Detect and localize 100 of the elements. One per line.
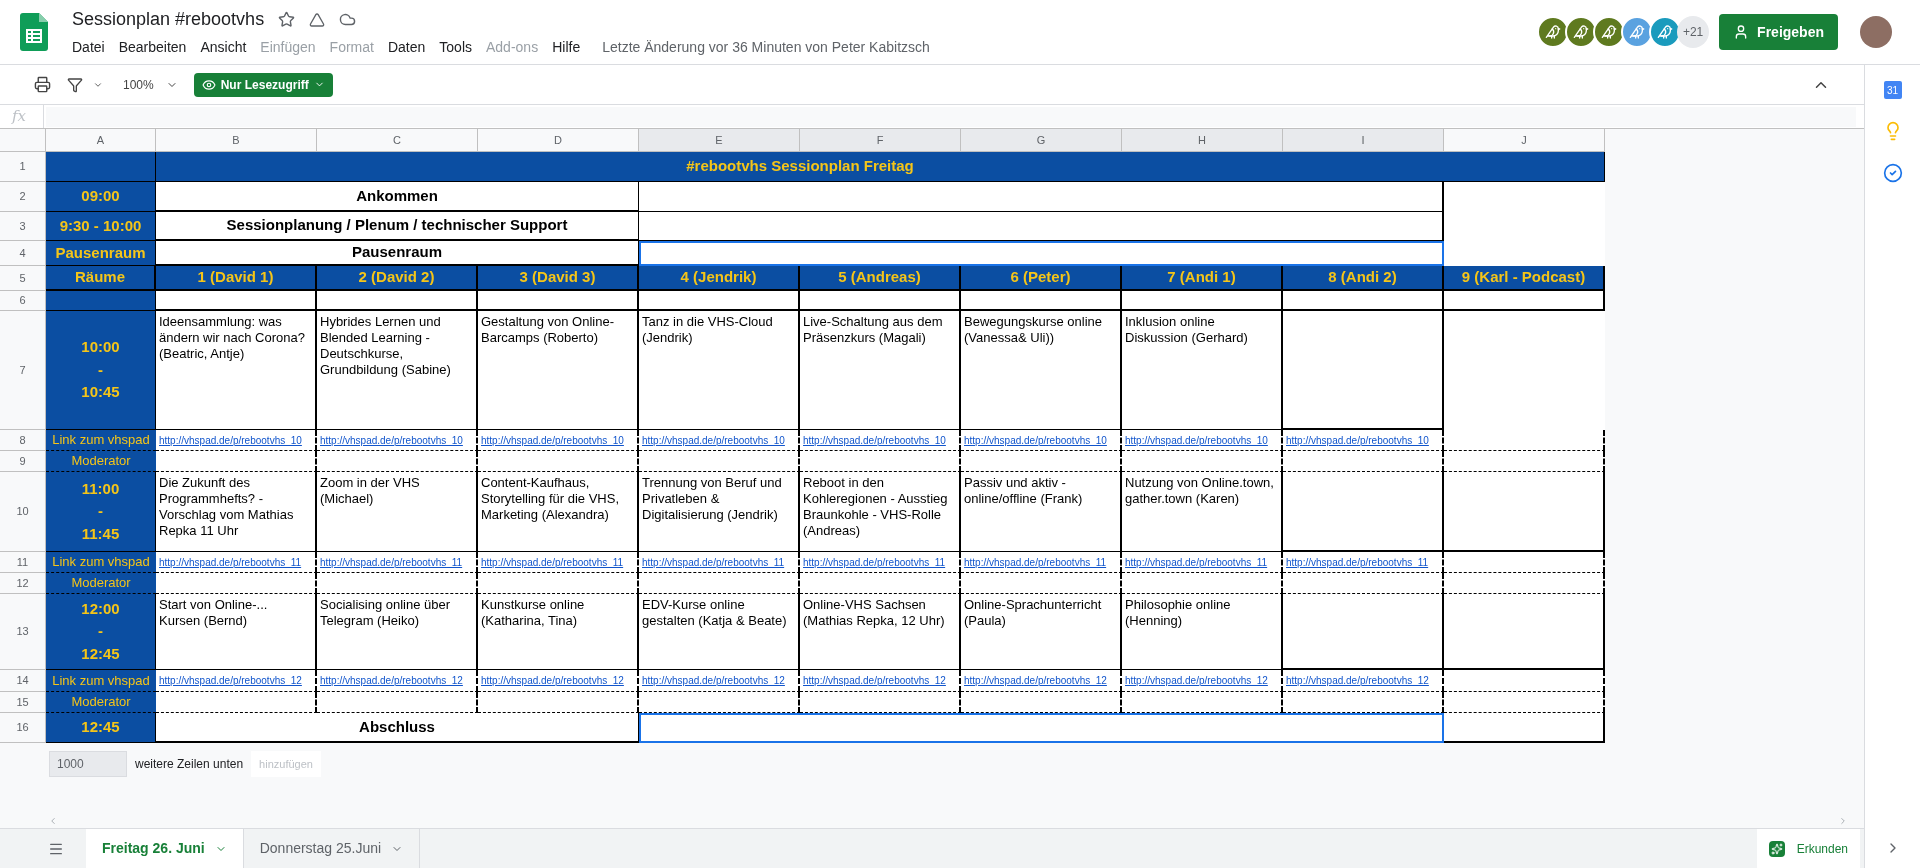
table-cell: 9 (Karl - Podcast)	[1444, 266, 1605, 291]
eye-icon	[201, 77, 216, 92]
row-header[interactable]: 15	[0, 692, 46, 713]
cloud-icon[interactable]	[339, 11, 357, 28]
column-header[interactable]: A	[46, 129, 156, 152]
table-cell: Tanz in die VHS-Cloud (Jendrik)	[639, 311, 800, 430]
row-header[interactable]: 8	[0, 430, 46, 451]
row-header[interactable]: 16	[0, 713, 46, 743]
row-header[interactable]: 11	[0, 552, 46, 573]
explore-button[interactable]: Erkunden	[1756, 829, 1860, 868]
share-button[interactable]: Freigeben	[1719, 14, 1838, 50]
calendar-icon[interactable]: 31	[1883, 81, 1902, 99]
spreadsheet-logo-icon[interactable]	[20, 13, 48, 51]
drive-icon[interactable]	[309, 11, 326, 28]
row-count-field[interactable]: 1000	[49, 751, 127, 777]
table-cell: 1 (David 1)	[156, 266, 317, 291]
star-icon[interactable]	[278, 11, 296, 28]
table-cell: 4 (Jendrik)	[639, 266, 800, 291]
table-cell: 11:00 - 11:45	[46, 472, 156, 552]
tasks-icon[interactable]	[1882, 163, 1903, 183]
column-header[interactable]: E	[639, 129, 800, 152]
table-cell: Räume	[46, 266, 156, 291]
menu-item[interactable]: Daten	[387, 37, 426, 58]
table-cell: Moderator	[46, 451, 156, 472]
row-header[interactable]: 7	[0, 311, 46, 430]
profile-avatar[interactable]	[1860, 16, 1892, 48]
menu-item[interactable]: Hilfe	[552, 37, 581, 58]
table-cell: #rebootvhs Sessionplan Freitag	[156, 152, 1444, 182]
row-header[interactable]: 1	[0, 152, 46, 182]
table-cell: Die Zukunft des Programmhefts? - Vorschlag vom Mathias Repka 11 Uhr	[156, 472, 317, 552]
table-cell: Moderator	[46, 692, 156, 713]
table-cell: 9:30 - 10:00	[46, 212, 156, 241]
table-cell: 12:45	[46, 713, 156, 743]
column-header[interactable]: I	[1283, 129, 1444, 152]
table-cell: Start von Online-... Kursen (Bernd)	[156, 594, 317, 670]
table-cell: Pausenraum	[46, 241, 156, 266]
row-header[interactable]: 9	[0, 451, 46, 472]
menu-item[interactable]: Bearbeiten	[118, 37, 187, 58]
table-cell: Online-Sprachunterricht (Paula)	[961, 594, 1122, 670]
formula-label: fx	[0, 105, 44, 128]
table-cell: Live-Schaltung aus dem Präsenzkurs (Magali)	[800, 311, 961, 430]
menu-item[interactable]: Ansicht	[200, 37, 247, 58]
row-header[interactable]: 14	[0, 670, 46, 692]
column-header[interactable]: H	[1122, 129, 1283, 152]
table-cell: Trennung von Beruf und Privatleben & Digitalisierung (Jendrik)	[639, 472, 800, 552]
table-cell: Reboot in den Kohleregionen - Ausstieg Braunkohle - VHS-Rolle (Andreas)	[800, 472, 961, 552]
table-cell: Hybrides Lernen und Blended Learning - Deutschkurse, Grundbildung (Sabine)	[317, 311, 478, 430]
row-header[interactable]: 12	[0, 573, 46, 594]
table-cell: Abschluss	[156, 713, 639, 743]
table-cell: Philosophie online (Henning)	[1122, 594, 1283, 670]
table-cell: Zoom in der VHS (Michael)	[317, 472, 478, 552]
row-header[interactable]: 3	[0, 212, 46, 241]
table-cell: 10:00 - 10:45	[46, 311, 156, 430]
table-cell: 2 (David 2)	[317, 266, 478, 291]
table-cell: Passiv und aktiv - online/offline (Frank)	[961, 472, 1122, 552]
formula-input[interactable]	[46, 106, 1856, 127]
row-header[interactable]: 6	[0, 291, 46, 311]
table-cell: Online-VHS Sachsen (Mathias Repka, 12 Uhr)	[800, 594, 961, 670]
sparkle-icon	[1768, 840, 1785, 857]
column-header[interactable]: F	[800, 129, 961, 152]
table-cell: Nutzung von Online.town, gather.town (Karen)	[1122, 472, 1283, 552]
table-cell: 7 (Andi 1)	[1122, 266, 1283, 291]
table-cell: Link zum vhspad	[46, 430, 156, 451]
table-cell: Socialising online über Telegram (Heiko)	[317, 594, 478, 670]
document-title[interactable]: Sessionplan #rebootvhs	[72, 6, 265, 33]
zoom-select[interactable]: 100%	[123, 75, 178, 94]
column-header[interactable]: G	[961, 129, 1122, 152]
row-header[interactable]: 2	[0, 182, 46, 212]
row-header[interactable]: 5	[0, 266, 46, 291]
table-cell: Ideensammlung: was ändern wir nach Corona? (Beatric, Antje)	[156, 311, 317, 430]
column-header[interactable]: J	[1444, 129, 1605, 152]
sheet-tab[interactable]: Donnerstag 25.Juni	[243, 829, 421, 868]
table-cell: 12:00 - 12:45	[46, 594, 156, 670]
table-cell: 8 (Andi 2)	[1283, 266, 1444, 291]
add-rows-text: weitere Zeilen unten	[135, 756, 244, 773]
row-header[interactable]: 10	[0, 472, 46, 552]
print-icon[interactable]	[34, 76, 51, 93]
table-cell: Link zum vhspad	[46, 552, 156, 573]
view-mode-button[interactable]: Nur Lesezugriff	[193, 72, 333, 97]
row-header[interactable]: 13	[0, 594, 46, 670]
table-cell: 6 (Peter)	[961, 266, 1122, 291]
table-cell: Sessionplanung / Plenum / technischer Support	[156, 212, 639, 241]
filter-icon[interactable]	[67, 76, 83, 93]
table-cell: Content-Kaufhaus, Storytelling für die VHS, Marketing (Alexandra)	[478, 472, 639, 552]
sheet-tab[interactable]: Freitag 26. Juni	[86, 829, 244, 868]
row-header[interactable]: 4	[0, 241, 46, 266]
table-cell: Link zum vhspad	[46, 670, 156, 692]
menu-item[interactable]: Datei	[72, 37, 105, 58]
column-header[interactable]: D	[478, 129, 639, 152]
table-cell: EDV-Kurse online gestalten (Katja & Beate)	[639, 594, 800, 670]
last-edit-text[interactable]: Letzte Änderung vor 36 Minuten von Peter Kabitzsch	[602, 37, 930, 58]
column-header[interactable]: B	[156, 129, 317, 152]
table-cell: Kunstkurse online (Katharina, Tina)	[478, 594, 639, 670]
table-cell: Moderator	[46, 573, 156, 594]
table-cell: Ankommen	[156, 182, 639, 212]
more-collaborators-badge[interactable]: +21	[1677, 16, 1710, 48]
menu-item[interactable]: Tools	[439, 37, 472, 58]
column-header[interactable]: C	[317, 129, 478, 152]
table-cell: 09:00	[46, 182, 156, 212]
table-cell: Gestaltung von Online-Barcamps (Roberto)	[478, 311, 639, 430]
